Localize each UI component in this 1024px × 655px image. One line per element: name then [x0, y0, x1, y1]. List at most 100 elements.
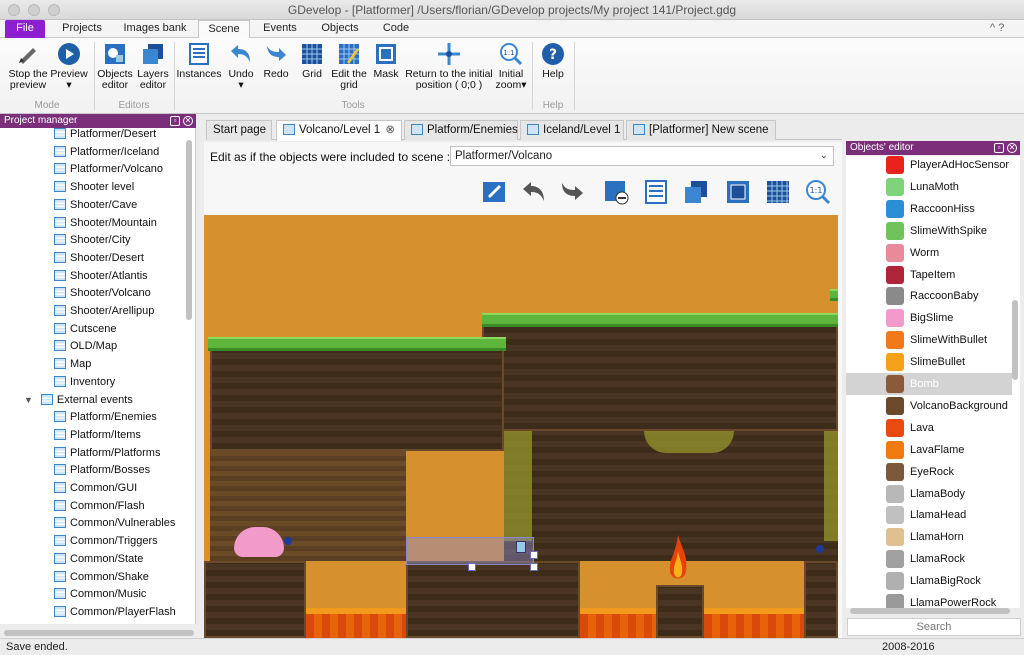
tree-item-scene[interactable]: Shooter/Cave [54, 197, 137, 214]
tree-item-external-event[interactable]: Common/Triggers [54, 533, 158, 550]
tree-item-scene[interactable]: Shooter/Arellipup [54, 303, 154, 320]
object-item[interactable]: LlamaBody [846, 483, 1012, 505]
redo-icon[interactable] [558, 178, 586, 206]
tree-item-external-event[interactable]: Common/GUI [54, 480, 137, 497]
object-item[interactable]: SlimeBullet [846, 351, 1012, 373]
bullet-sprite[interactable] [816, 545, 824, 553]
panel-restore-icon[interactable]: ▫ [994, 143, 1004, 153]
edit-layout-icon[interactable] [480, 178, 508, 206]
object-item[interactable]: SlimeWithBullet [846, 329, 1012, 351]
resize-handle[interactable] [468, 563, 476, 571]
edit-grid-button[interactable]: Edit the grid [330, 42, 368, 91]
initial-zoom-button[interactable]: 1:1 Initial zoom▾ [494, 42, 528, 91]
object-item[interactable]: LavaFlame [846, 439, 1012, 461]
tree-item-scene[interactable]: Shooter/Atlantis [54, 268, 148, 285]
object-item[interactable]: RaccoonBaby [846, 285, 1012, 307]
project-manager-hscrollbar[interactable] [4, 630, 194, 636]
layers-editor-button[interactable]: Layers editor [134, 42, 172, 91]
tree-item-external-event[interactable]: Common/State [54, 551, 143, 568]
grid-icon[interactable] [764, 178, 792, 206]
tree-item-external-event[interactable]: Common/Music [54, 586, 146, 603]
object-item[interactable]: TapeItem [846, 264, 1012, 286]
object-item[interactable]: PlayerAdHocSensor [846, 156, 1012, 176]
tree-item-external-event[interactable]: Platform/Platforms [54, 445, 160, 462]
instances-list-icon[interactable] [642, 178, 670, 206]
layers-icon[interactable] [682, 178, 710, 206]
tree-item-scene[interactable]: Shooter level [54, 179, 134, 196]
tab-platform-enemies[interactable]: Platform/Enemies [404, 120, 518, 140]
big-slime-sprite[interactable] [234, 527, 284, 557]
objects-list-hscrollbar[interactable] [850, 608, 1010, 614]
object-item[interactable]: VolcanoBackground [846, 395, 1012, 417]
tree-item-scene[interactable]: Shooter/City [54, 232, 131, 249]
tree-item-scene[interactable]: Cutscene [54, 321, 116, 338]
tab-projects[interactable]: Projects [52, 20, 112, 38]
object-item[interactable]: EyeRock [846, 461, 1012, 483]
tree-item-external-event[interactable]: Common/Shake [54, 569, 149, 586]
tree-item-scene[interactable]: Shooter/Mountain [54, 215, 157, 232]
object-item[interactable]: LlamaHorn [846, 526, 1012, 548]
lava-flame-sprite[interactable] [666, 535, 690, 587]
disclosure-triangle-icon[interactable]: ▼ [24, 395, 33, 405]
tree-item-scene[interactable]: Map [54, 356, 91, 373]
object-item[interactable]: LlamaBigRock [846, 570, 1012, 592]
undo-icon[interactable] [520, 178, 548, 206]
tree-item-external-event[interactable]: Common/Flash [54, 498, 145, 515]
bullet-sprite[interactable] [284, 537, 292, 545]
tab-scene[interactable]: Scene [198, 20, 250, 39]
resize-handle[interactable] [530, 563, 538, 571]
tab-iceland-level1[interactable]: Iceland/Level 1 [520, 120, 624, 140]
tab-images-bank[interactable]: Images bank [118, 20, 192, 38]
object-item[interactable]: LlamaRock [846, 548, 1012, 570]
close-tab-icon[interactable]: ⊗ [385, 121, 395, 140]
object-item[interactable]: LunaMoth [846, 176, 1012, 198]
objects-editor-button[interactable]: Objects editor [96, 42, 134, 91]
instances-button[interactable]: Instances [176, 42, 222, 80]
tree-item-scene[interactable]: Platformer/Iceland [54, 144, 159, 161]
grid-button[interactable]: Grid [296, 42, 328, 80]
object-item[interactable]: Worm [846, 242, 1012, 264]
objects-search-input[interactable] [847, 618, 1021, 636]
tree-group-external-events[interactable]: ▼ External events [24, 392, 133, 409]
object-item[interactable]: Bomb [846, 373, 1012, 395]
tree-item-external-event[interactable]: Common/Settings/S... [54, 622, 177, 624]
tab-volcano-level1[interactable]: Volcano/Level 1 ⊗ [276, 120, 402, 141]
panel-restore-icon[interactable]: ▫ [170, 116, 180, 126]
object-item[interactable]: Lava [846, 417, 1012, 439]
mask-button[interactable]: Mask [370, 42, 402, 80]
resize-handle[interactable] [530, 551, 538, 559]
stop-preview-button[interactable]: Stop the preview [4, 42, 52, 91]
zoom-reset-icon[interactable]: 1:1 [804, 178, 832, 206]
tree-item-scene[interactable]: OLD/Map [54, 338, 117, 355]
tree-item-scene[interactable]: Shooter/Volcano [54, 285, 151, 302]
objects-list-scrollbar[interactable] [1012, 300, 1018, 380]
object-item[interactable]: RaccoonHiss [846, 198, 1012, 220]
tree-item-scene[interactable]: Platformer/Volcano [54, 161, 163, 178]
tab-start-page[interactable]: Start page [206, 120, 272, 140]
tree-item-scene[interactable]: Platformer/Desert [54, 128, 156, 143]
preview-button[interactable]: Preview ▾ [50, 42, 88, 91]
panel-close-icon[interactable]: ✕ [1007, 143, 1017, 153]
object-item[interactable]: LlamaPowerRock [846, 592, 1012, 608]
player-sprite[interactable] [516, 541, 526, 553]
return-origin-button[interactable]: Return to the initial position ( 0;0 ) [404, 42, 494, 91]
redo-button[interactable]: Redo [260, 42, 292, 80]
tree-item-scene[interactable]: Shooter/Desert [54, 250, 144, 267]
ribbon-help-toggle[interactable]: ^ ? [990, 22, 1004, 34]
tree-item-external-event[interactable]: Platform/Enemies [54, 409, 157, 426]
tab-new-scene[interactable]: [Platformer] New scene [626, 120, 776, 140]
tree-item-external-event[interactable]: Platform/Bosses [54, 462, 150, 479]
tab-file[interactable]: File [5, 20, 45, 38]
delete-instance-icon[interactable] [602, 178, 630, 206]
edit-as-select[interactable]: Platformer/Volcano ⌄ [450, 146, 834, 166]
undo-button[interactable]: Undo ▾ [224, 42, 258, 91]
tree-item-external-event[interactable]: Common/PlayerFlash [54, 604, 176, 621]
mask-icon[interactable] [724, 178, 752, 206]
project-manager-scrollbar[interactable] [186, 140, 192, 320]
tree-item-external-event[interactable]: Platform/Items [54, 427, 141, 444]
scene-canvas[interactable] [204, 215, 838, 638]
object-item[interactable]: BigSlime [846, 307, 1012, 329]
panel-close-icon[interactable]: ✕ [183, 116, 193, 126]
tab-code[interactable]: Code [372, 20, 420, 38]
instance-selection-box[interactable] [406, 537, 534, 565]
